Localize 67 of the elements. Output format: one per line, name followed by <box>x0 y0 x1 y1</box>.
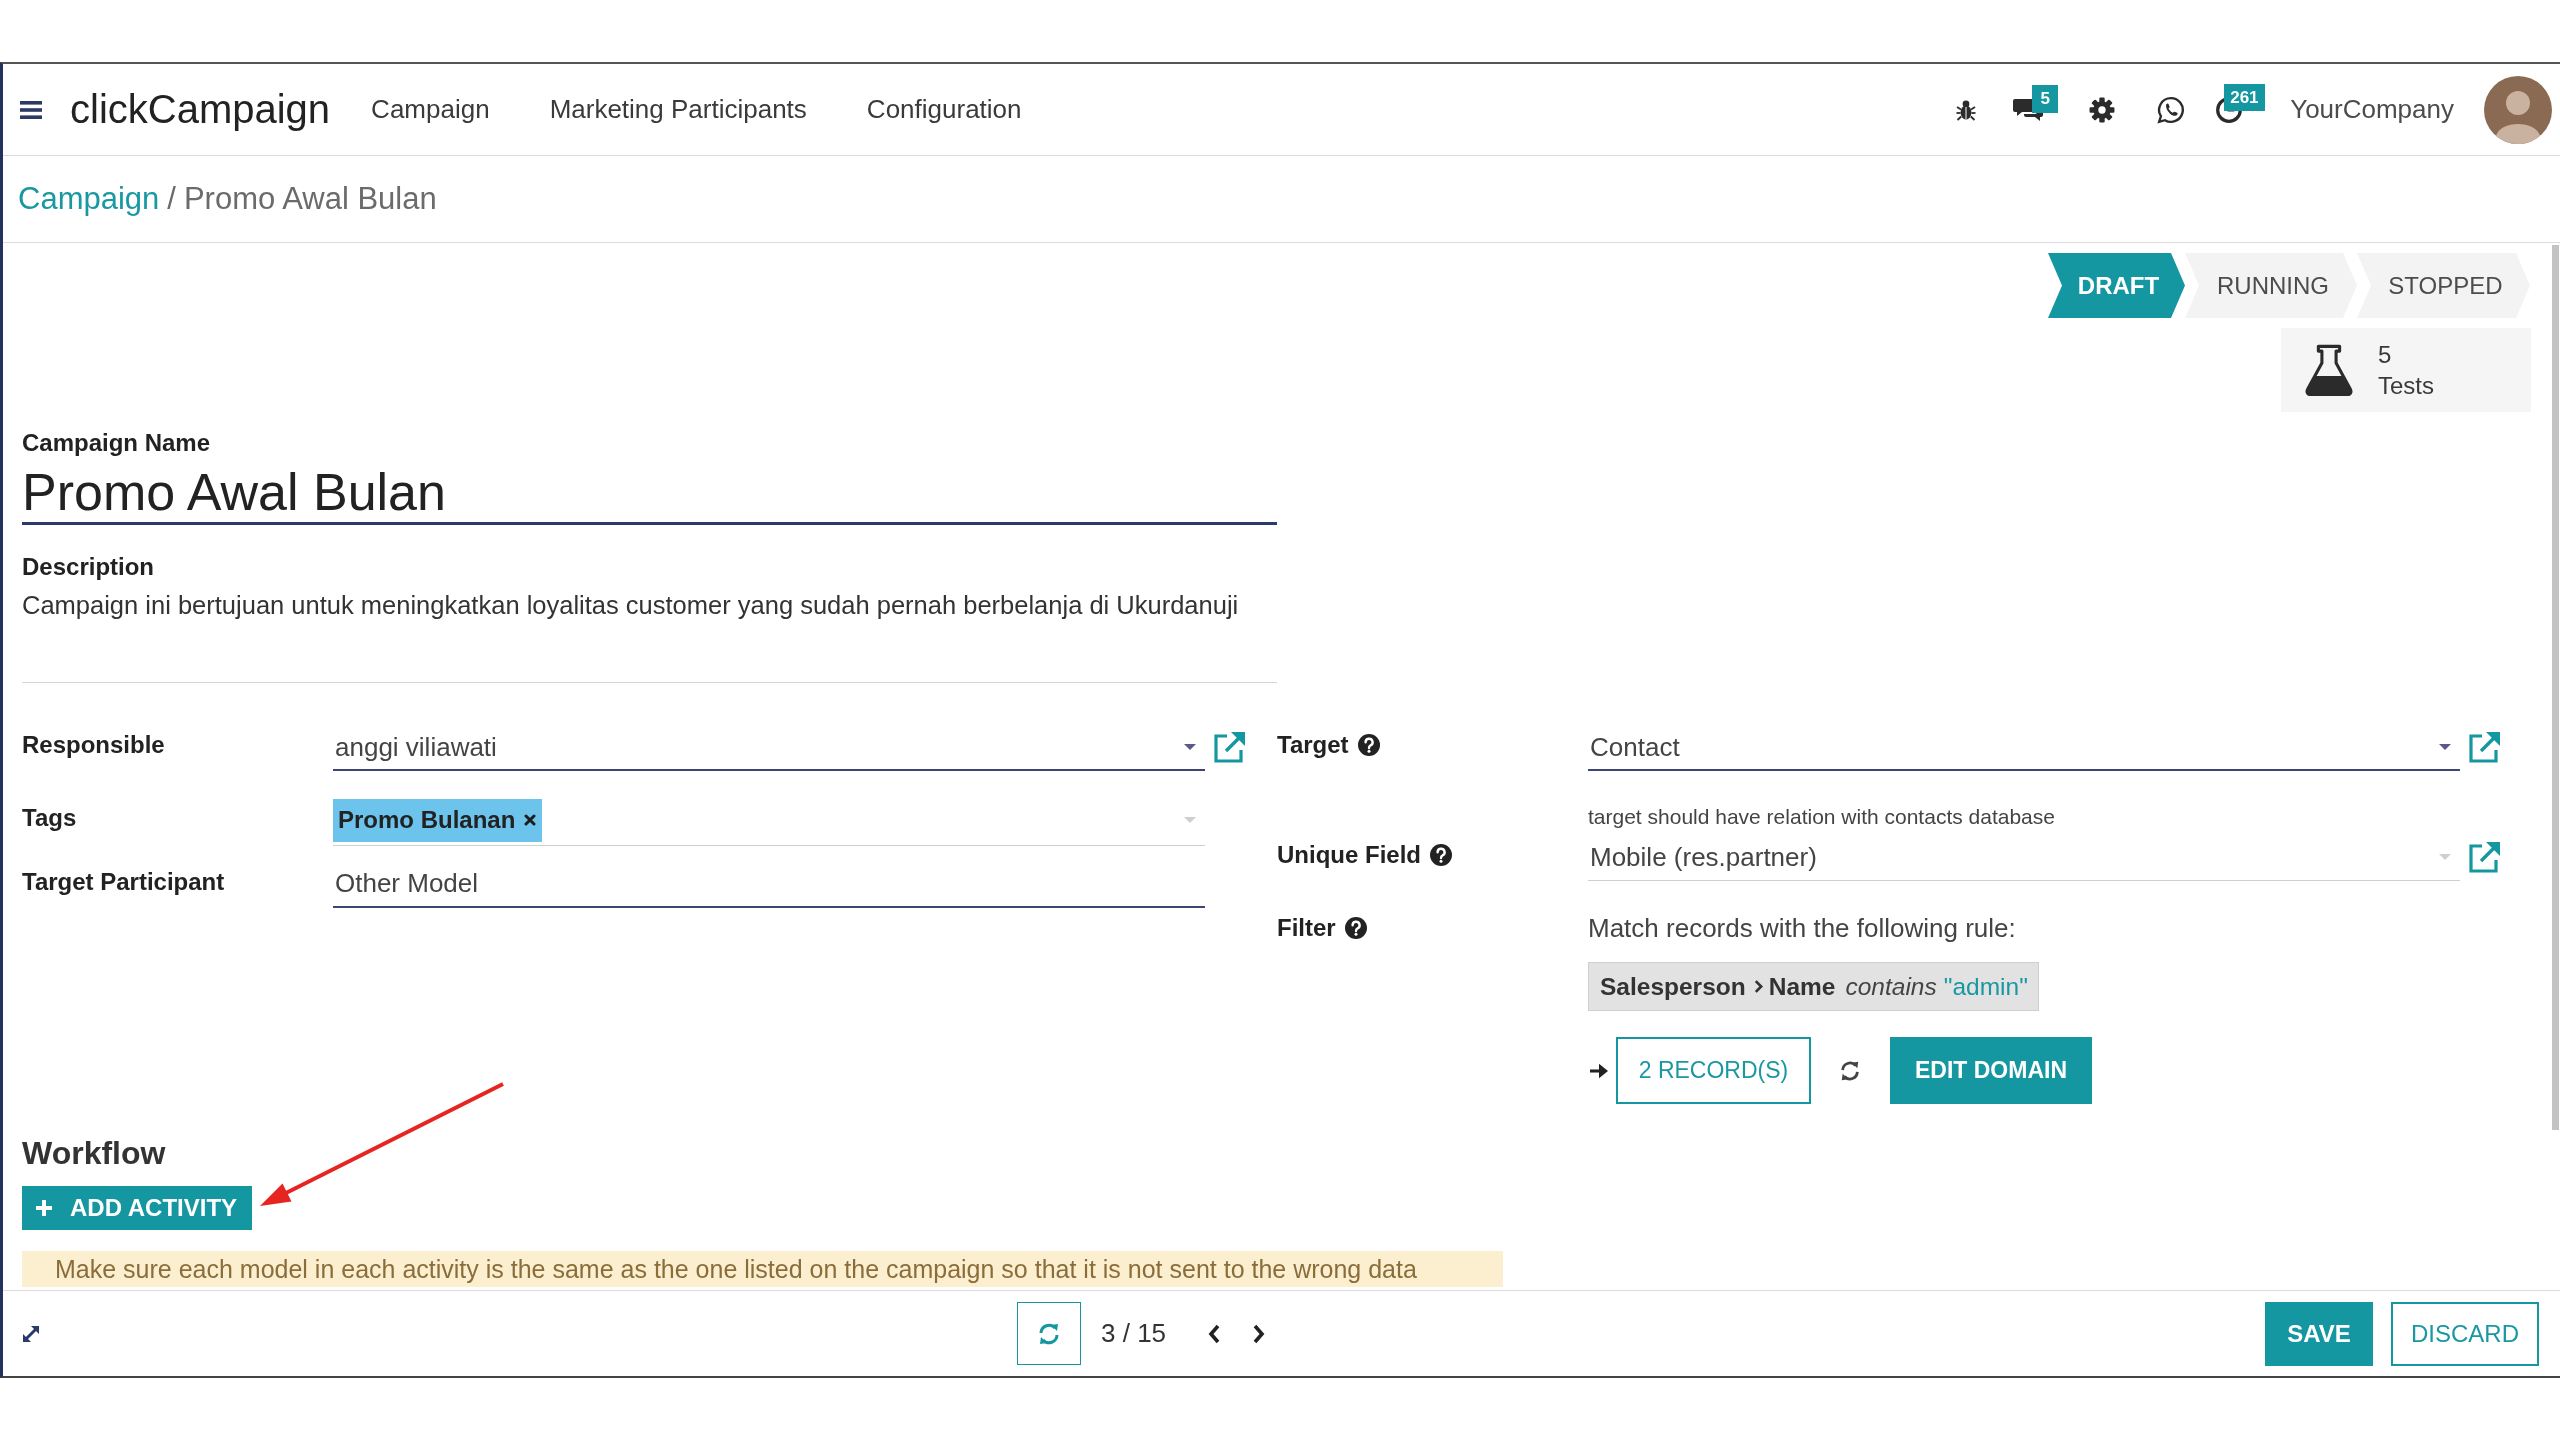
plus-icon <box>36 1200 52 1216</box>
breadcrumb-separator: / <box>167 181 176 217</box>
record-title: Promo Awal Bulan <box>183 181 437 217</box>
rule-field: Name <box>1768 972 1836 1001</box>
help-icon[interactable] <box>1357 734 1380 756</box>
scrollbar-thumb[interactable] <box>2552 245 2559 1130</box>
field-label: Description <box>22 556 156 578</box>
caret-icon[interactable] <box>1184 744 1196 750</box>
field-label: Filter <box>1277 914 1336 942</box>
stat-button[interactable]: 5 Tests <box>2281 328 2531 412</box>
close-icon[interactable] <box>524 814 537 826</box>
add-activity-button[interactable]: ADD ACTIVITY <box>22 1186 252 1230</box>
external-link-icon[interactable] <box>1211 730 1247 766</box>
app-name: clickCampaign <box>70 87 331 132</box>
warning-notice: Make sure each model in each activity is the same as the one listed on the campaign so that it is not sent to the wrong data <box>22 1251 1503 1287</box>
dropdown-field[interactable]: anggi viliawati <box>333 725 1205 771</box>
tags-field[interactable]: Promo Bulanan <box>333 795 1205 846</box>
menu-item[interactable]: Campaign <box>340 86 519 133</box>
arrow-right-icon <box>1589 1061 1609 1080</box>
pager-value[interactable]: 3 / 15 <box>1101 1318 1167 1349</box>
field-hint: target should have relation with contacts database <box>1588 806 2056 828</box>
dropdown-field[interactable]: Mobile (res.partner) <box>1588 834 2460 881</box>
dropdown-field[interactable]: Contact <box>1588 725 2460 771</box>
rule-description: Match records with the following rule: <box>1588 912 2017 945</box>
reload-button[interactable] <box>1017 1302 1081 1365</box>
description-field[interactable]: Campaign ini bertujuan untuk meningkatkan loyalitas customer yang sudah pernah berbelanja di Ukurdanuji <box>22 592 1277 683</box>
edit-domain-button[interactable]: EDIT DOMAIN <box>1890 1037 2092 1104</box>
help-icon[interactable] <box>1430 844 1452 866</box>
notification-badge: 261 <box>2224 83 2265 111</box>
company-name[interactable]: YourCompany <box>2290 94 2454 125</box>
chevron-right-icon <box>1753 979 1763 994</box>
bug-icon[interactable] <box>1956 98 1977 121</box>
menu-item[interactable]: Marketing Participants <box>518 86 836 133</box>
external-link-icon[interactable] <box>2466 730 2502 766</box>
menu-item[interactable]: Configuration <box>835 86 1051 133</box>
name-field[interactable]: Promo Awal Bulan <box>22 464 1277 525</box>
tag-label: Promo Bulanan <box>338 806 516 834</box>
save-button[interactable]: SAVE <box>2265 1301 2373 1366</box>
status-step[interactable]: DRAFT <box>2048 253 2185 318</box>
status-step[interactable]: RUNNING <box>2185 253 2357 318</box>
chevron-left-icon[interactable] <box>1208 1323 1221 1344</box>
menu-icon[interactable] <box>20 100 42 119</box>
rule-field: Salesperson <box>1600 972 1746 1001</box>
help-icon[interactable] <box>1344 917 1367 939</box>
field-label: Target <box>1277 731 1349 759</box>
refresh-icon <box>1037 1321 1061 1346</box>
stat-count: 5 <box>2378 340 2393 370</box>
field-label: Target Participant <box>22 868 225 896</box>
phone-chat-icon[interactable] <box>2157 95 2186 124</box>
flask-icon <box>2305 344 2353 396</box>
external-link-icon[interactable] <box>2466 839 2502 876</box>
field-label: Responsible <box>22 731 165 759</box>
field-label: Unique Field <box>1277 841 1421 869</box>
field-label: Tags <box>22 804 77 832</box>
refresh-icon[interactable] <box>1839 1059 1861 1082</box>
field-label: Campaign Name <box>22 432 212 454</box>
rule-value: "admin" <box>1943 972 2028 1001</box>
rule-operator: contains <box>1845 972 1937 1001</box>
settings-icon[interactable] <box>2089 96 2116 123</box>
stat-label: Tests <box>2378 371 2434 401</box>
notification-badge: 5 <box>2032 84 2059 113</box>
avatar-icon[interactable] <box>2484 75 2552 144</box>
text-field[interactable]: Other Model <box>333 861 1205 908</box>
caret-icon[interactable] <box>2439 744 2451 750</box>
status-step[interactable]: STOPPED <box>2357 253 2530 318</box>
chevron-right-icon[interactable] <box>1253 1323 1266 1344</box>
section-title: Workflow <box>22 1134 167 1172</box>
